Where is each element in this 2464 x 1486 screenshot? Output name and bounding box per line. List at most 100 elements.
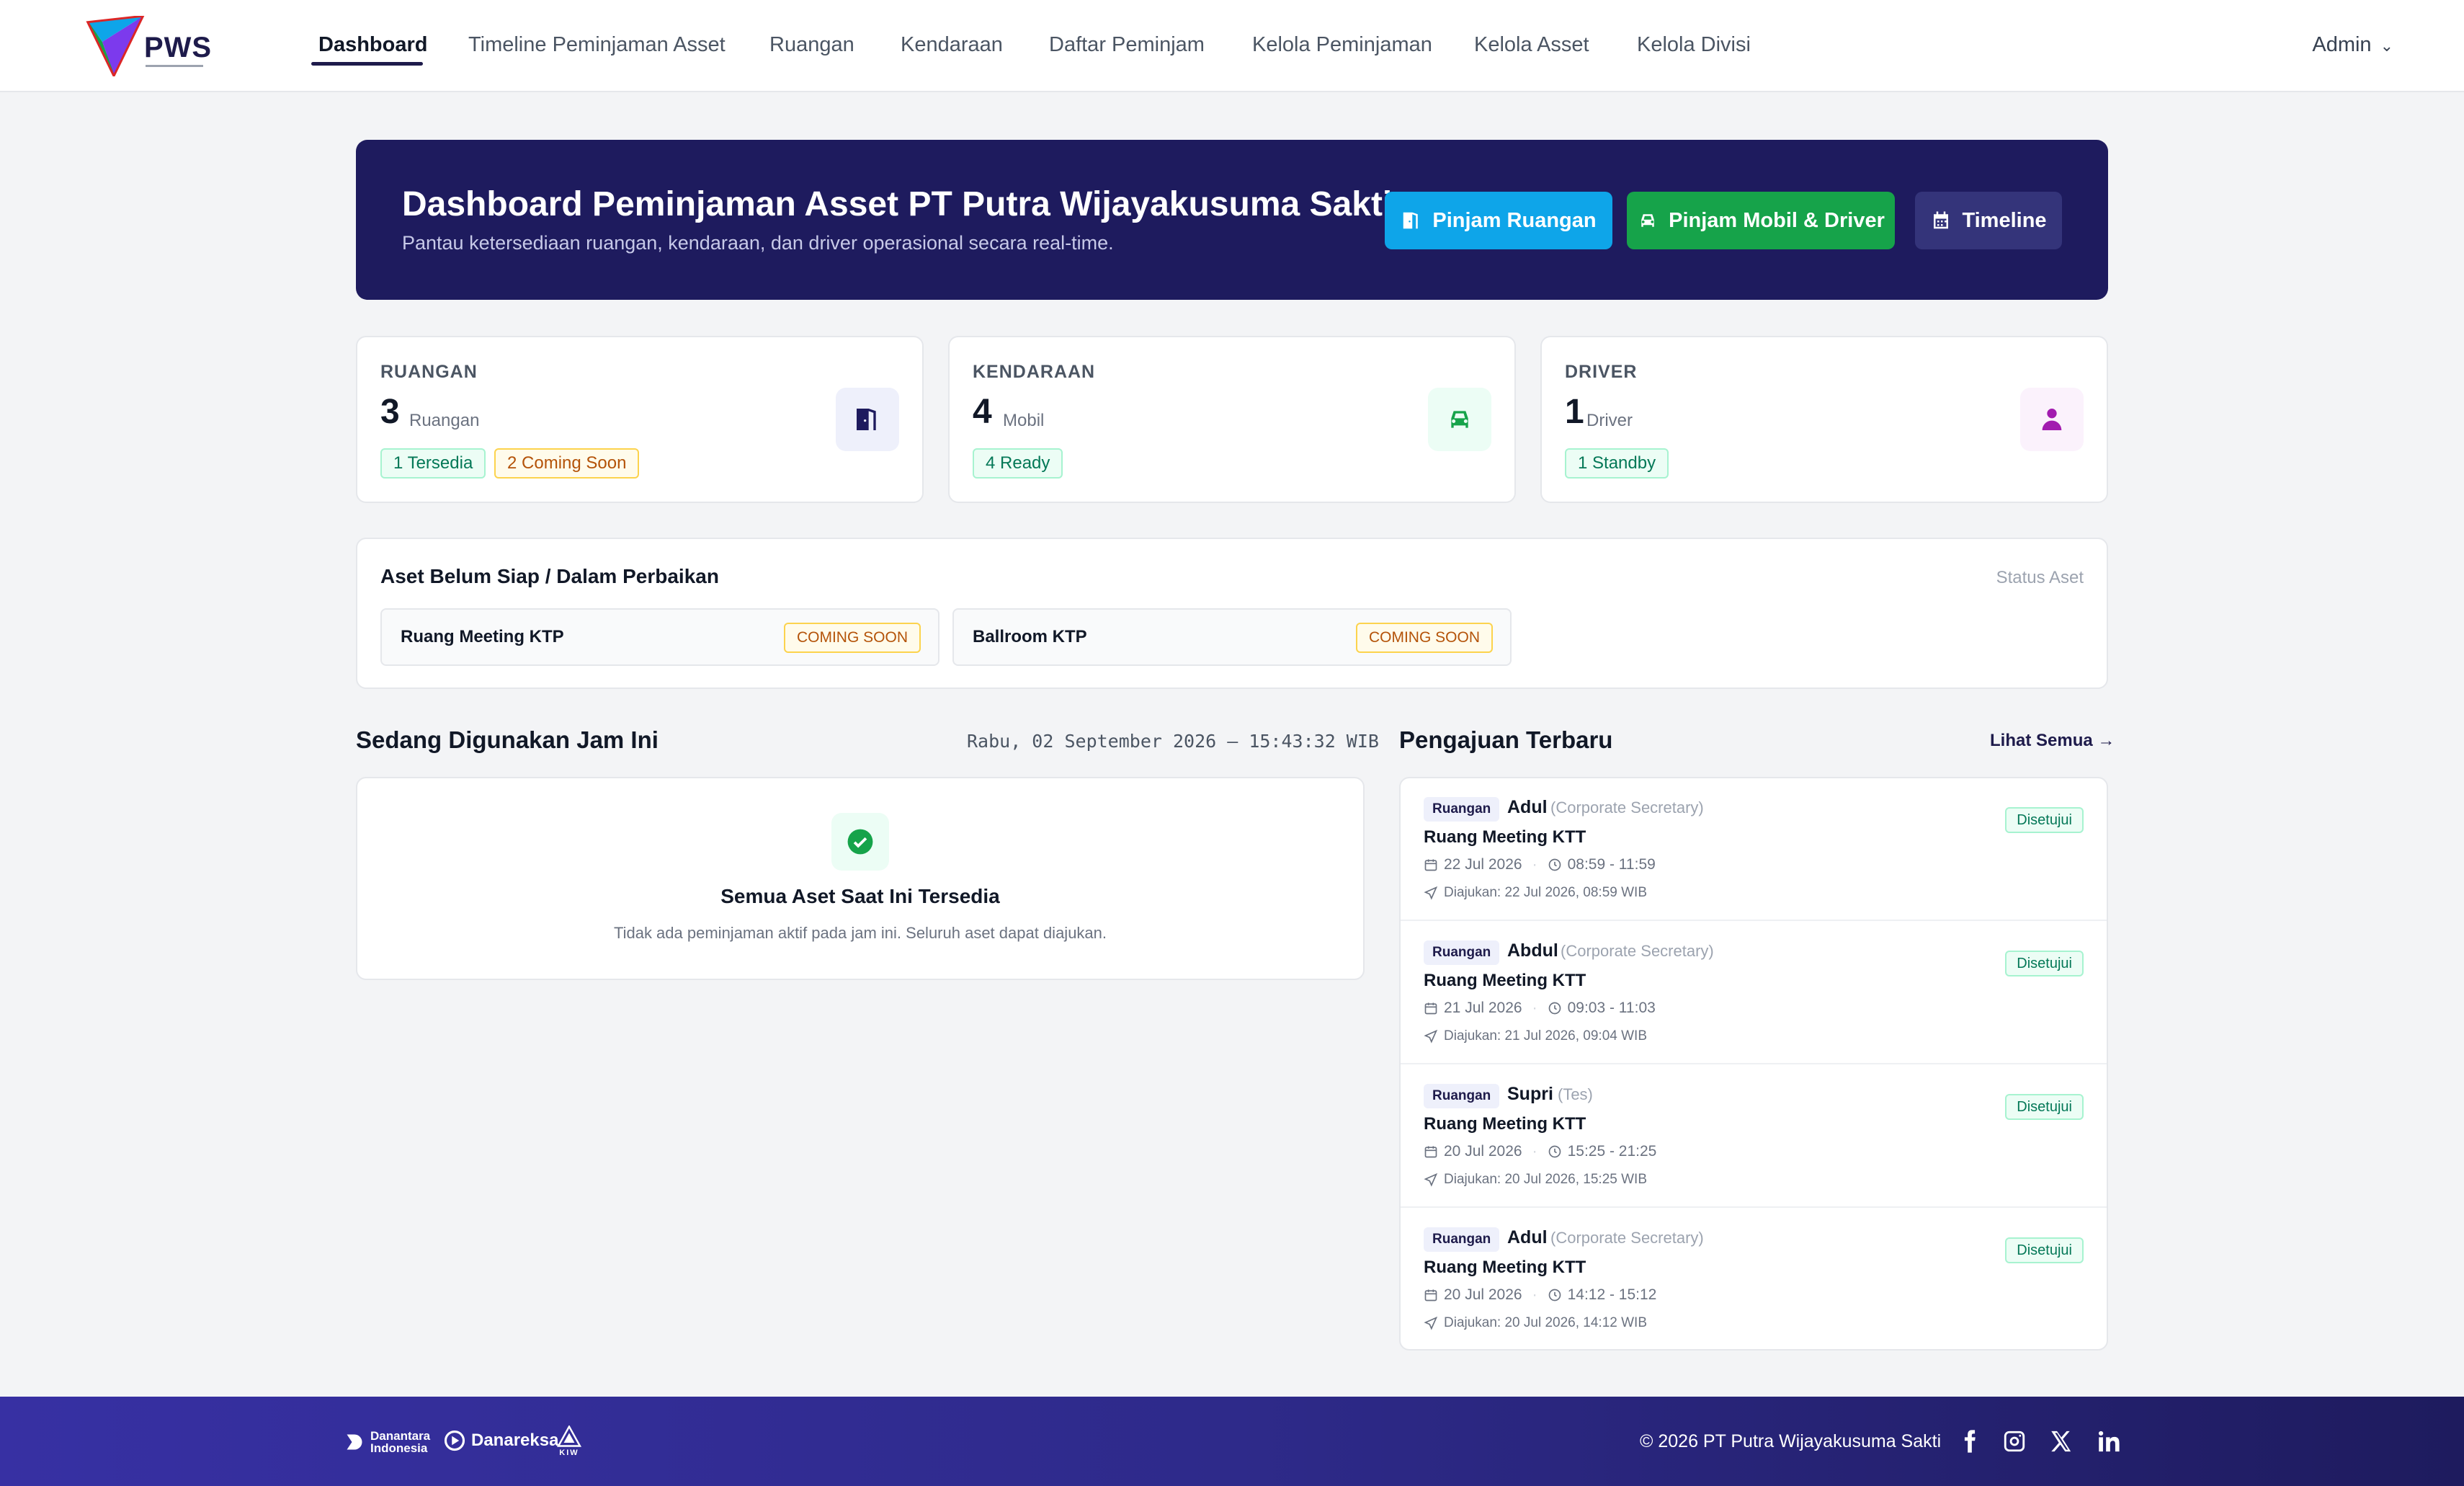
section-title: Aset Belum Siap / Dalam Perbaikan bbox=[380, 565, 719, 587]
active-nav-indicator bbox=[311, 62, 423, 66]
nav-daftar-peminjam[interactable]: Daftar Peminjam bbox=[1049, 33, 1205, 57]
pws-logo[interactable]: PWS bbox=[85, 14, 215, 79]
user-name: Admin bbox=[2312, 33, 2372, 56]
car-icon bbox=[1428, 388, 1491, 451]
kiw-mark-icon bbox=[556, 1425, 582, 1447]
status-badge-standby: 1 Standby bbox=[1565, 448, 1669, 479]
stat-unit: Driver bbox=[1586, 411, 1633, 430]
asset-name: Ruang Meeting KTP bbox=[401, 627, 564, 646]
stat-unit: Mobil bbox=[1003, 411, 1045, 430]
pws-logo-mark-icon bbox=[86, 14, 146, 79]
type-badge: Ruangan bbox=[1424, 1227, 1500, 1252]
send-icon bbox=[1424, 1316, 1438, 1330]
request-item[interactable]: Ruangan Adul (Corporate Secretary) Ruang… bbox=[1401, 778, 2107, 921]
brand-tagline-line bbox=[146, 65, 203, 67]
empty-state-text: Tidak ada peminjaman aktif pada jam ini.… bbox=[613, 924, 1107, 942]
request-item[interactable]: Ruangan Adul (Corporate Secretary) Ruang… bbox=[1401, 1209, 2107, 1349]
stat-count: 4 bbox=[973, 393, 992, 431]
booking-date: 21 Jul 2026 bbox=[1444, 1000, 1522, 1016]
linkedin-icon[interactable] bbox=[2094, 1427, 2122, 1456]
requester-division: (Tes) bbox=[1558, 1085, 1593, 1103]
status-badge: COMING SOON bbox=[783, 623, 921, 653]
facebook-icon[interactable] bbox=[1955, 1427, 1984, 1456]
nav-timeline[interactable]: Timeline Peminjaman Asset bbox=[468, 33, 726, 57]
asset-item[interactable]: Ballroom KTP COMING SOON bbox=[952, 608, 1512, 666]
hero-banner: Dashboard Peminjaman Asset PT Putra Wija… bbox=[356, 140, 2108, 300]
kiw-logo: KIW bbox=[556, 1425, 582, 1457]
door-icon bbox=[1403, 212, 1419, 229]
submitted-info: Diajukan: 22 Jul 2026, 08:59 WIB bbox=[1424, 885, 1647, 901]
submitted-at: Diajukan: 20 Jul 2026, 14:12 WIB bbox=[1444, 1315, 1648, 1330]
type-badge: Ruangan bbox=[1424, 940, 1500, 965]
borrow-room-label: Pinjam Ruangan bbox=[1432, 208, 1597, 232]
submitted-info: Diajukan: 20 Jul 2026, 14:12 WIB bbox=[1424, 1315, 1647, 1331]
stat-unit: Ruangan bbox=[409, 411, 480, 430]
timeline-button[interactable]: Timeline bbox=[1915, 192, 2062, 249]
danantara-mark-icon bbox=[347, 1434, 362, 1450]
stat-label: RUANGAN bbox=[380, 362, 478, 382]
live-clock: Rabu, 02 September 2026 — 15:43:32 WIB bbox=[967, 731, 1379, 752]
booking-time: 22 Jul 2026 · 08:59 - 11:59 bbox=[1424, 856, 1656, 873]
stat-card-kendaraan[interactable]: KENDARAAN 4 Mobil 4 Ready bbox=[948, 336, 1516, 503]
stat-count: 1 bbox=[1565, 393, 1584, 431]
status-badge-available: 1 Tersedia bbox=[380, 448, 486, 479]
stat-count: 3 bbox=[380, 393, 400, 431]
clock-icon bbox=[1548, 1002, 1561, 1015]
stat-card-driver[interactable]: DRIVER 1 Driver 1 Standby bbox=[1540, 336, 2108, 503]
copyright: © 2026 PT Putra Wijayakusuma Sakti bbox=[1640, 1431, 1942, 1451]
status-badge-approved: Disetujui bbox=[2005, 1237, 2084, 1263]
calendar-icon bbox=[1424, 1146, 1437, 1158]
requester-division: (Corporate Secretary) bbox=[1561, 942, 1714, 960]
calendar-icon bbox=[1934, 211, 1949, 229]
nav-kelola-divisi[interactable]: Kelola Divisi bbox=[1637, 33, 1751, 57]
empty-state-title: Semua Aset Saat Ini Tersedia bbox=[720, 885, 1000, 907]
send-icon bbox=[1424, 886, 1438, 900]
booking-date: 22 Jul 2026 bbox=[1444, 856, 1522, 873]
type-badge: Ruangan bbox=[1424, 797, 1500, 822]
page-title: Dashboard Peminjaman Asset PT Putra Wija… bbox=[402, 185, 1393, 223]
send-icon bbox=[1424, 1173, 1438, 1187]
booking-date: 20 Jul 2026 bbox=[1444, 1143, 1522, 1160]
timeline-label: Timeline bbox=[1962, 208, 2047, 232]
danantara-logo: Danantara Indonesia bbox=[344, 1430, 437, 1454]
booking-hours: 08:59 - 11:59 bbox=[1567, 856, 1656, 873]
status-badge-approved: Disetujui bbox=[2005, 807, 2084, 833]
request-item[interactable]: Ruangan Abdul (Corporate Secretary) Ruan… bbox=[1401, 922, 2107, 1064]
borrow-room-button[interactable]: Pinjam Ruangan bbox=[1385, 192, 1612, 249]
clock-icon bbox=[1548, 1145, 1561, 1158]
booking-time: 21 Jul 2026 · 09:03 - 11:03 bbox=[1424, 1000, 1656, 1017]
see-all-link[interactable]: Lihat Semua → bbox=[1990, 731, 2115, 751]
submitted-at: Diajukan: 21 Jul 2026, 09:04 WIB bbox=[1444, 1028, 1648, 1044]
x-icon[interactable] bbox=[2046, 1427, 2075, 1456]
calendar-icon bbox=[1424, 1002, 1437, 1015]
stat-card-ruangan[interactable]: RUANGAN 3 Ruangan 1 Tersedia 2 Coming So… bbox=[356, 336, 924, 503]
nav-kelola-peminjaman[interactable]: Kelola Peminjaman bbox=[1252, 33, 1432, 57]
recent-requests-list: Ruangan Adul (Corporate Secretary) Ruang… bbox=[1399, 777, 2108, 1351]
nav-kelola-asset[interactable]: Kelola Asset bbox=[1474, 33, 1589, 57]
nav-dashboard[interactable]: Dashboard bbox=[318, 33, 427, 57]
borrow-car-button[interactable]: Pinjam Mobil & Driver bbox=[1627, 192, 1895, 249]
danantara-text: Danantara Indonesia bbox=[370, 1429, 431, 1455]
clock-icon bbox=[1548, 858, 1561, 871]
check-circle-icon bbox=[831, 813, 889, 871]
user-menu[interactable]: Admin ⌄ bbox=[2312, 33, 2393, 57]
booking-hours: 14:12 - 15:12 bbox=[1567, 1286, 1657, 1303]
status-badge-approved: Disetujui bbox=[2005, 951, 2084, 976]
status-badge: COMING SOON bbox=[1355, 623, 1493, 653]
room-name: Ruang Meeting KTT bbox=[1424, 1258, 1586, 1277]
request-item[interactable]: Ruangan Supri (Tes) Ruang Meeting KTT 20… bbox=[1401, 1065, 2107, 1208]
nav-kendaraan[interactable]: Kendaraan bbox=[901, 33, 1003, 57]
nav-ruangan[interactable]: Ruangan bbox=[769, 33, 854, 57]
instagram-icon[interactable] bbox=[2000, 1427, 2029, 1456]
door-icon bbox=[836, 388, 899, 451]
kiw-text: KIW bbox=[559, 1449, 579, 1457]
top-navbar: PWS Dashboard Timeline Peminjaman Asset … bbox=[0, 0, 2464, 92]
requester-name: Adul bbox=[1507, 797, 1548, 817]
recent-requests-title: Pengajuan Terbaru bbox=[1399, 726, 1613, 753]
page-subtitle: Pantau ketersediaan ruangan, kendaraan, … bbox=[402, 232, 1114, 254]
submitted-info: Diajukan: 20 Jul 2026, 15:25 WIB bbox=[1424, 1172, 1647, 1188]
status-badge-coming-soon: 2 Coming Soon bbox=[494, 448, 640, 479]
asset-item[interactable]: Ruang Meeting KTP COMING SOON bbox=[380, 608, 939, 666]
person-icon bbox=[2020, 388, 2084, 451]
type-badge: Ruangan bbox=[1424, 1084, 1500, 1108]
